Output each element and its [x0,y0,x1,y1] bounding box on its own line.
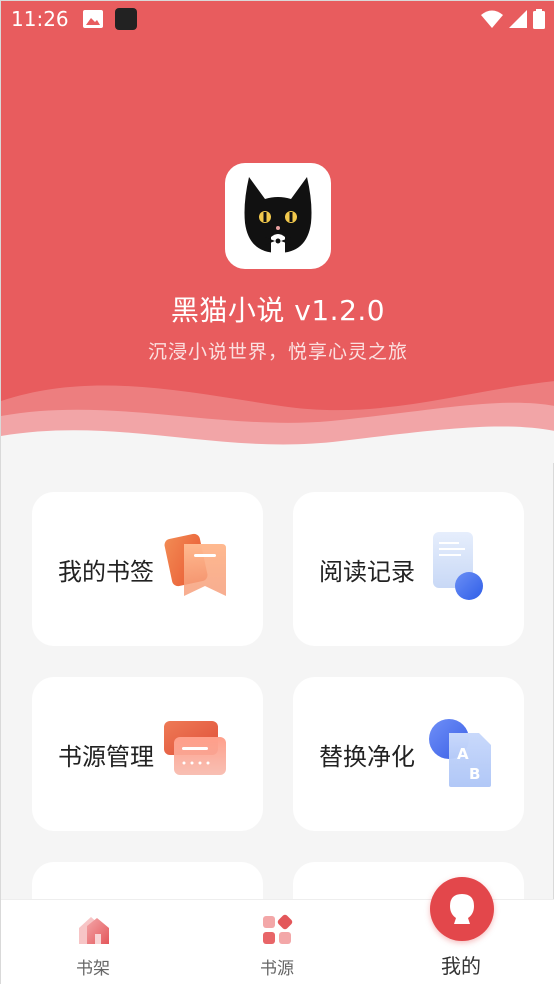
house-icon [79,917,109,944]
source-cards-icon [164,721,226,775]
status-bar: 11:26 [1,1,554,37]
image-notification-icon [83,10,103,28]
tab-mine-label: 我的 [441,954,481,978]
app-title: 黑猫小说 v1.2.0 [170,294,386,327]
grid-icon [263,914,293,944]
source-management-card[interactable]: 书源管理 [32,677,263,831]
app-notification-icon [115,8,137,30]
status-indicators [481,9,545,29]
app-slogan: 沉浸小说世界，悦享心灵之旅 [147,341,408,363]
bookmarks-card[interactable]: 我的书签 [32,492,263,646]
wave-decoration [1,381,554,463]
reading-history-card[interactable]: 阅读记录 [293,492,524,646]
svg-text:A: A [457,745,469,763]
bookmarks-label: 我的书签 [58,557,154,586]
svg-text:B: B [469,765,480,783]
profile-icon [450,894,474,924]
tab-sources[interactable]: 书源 [185,900,369,984]
status-time: 11:26 [11,7,69,31]
black-cat-icon [244,177,312,253]
document-history-icon [433,532,483,600]
app-logo [225,163,331,269]
translate-ab-icon: A B [429,719,491,787]
header-banner: 黑猫小说 v1.2.0 沉浸小说世界，悦享心灵之旅 [1,1,554,463]
replace-purify-card[interactable]: 替换净化 A B [293,677,524,831]
source-management-label: 书源管理 [58,742,154,771]
profile-tab-button[interactable] [430,877,494,941]
signal-icon [509,10,527,28]
reading-history-label: 阅读记录 [319,557,415,586]
tab-bookshelf-label: 书架 [76,959,110,979]
tab-bookshelf[interactable]: 书架 [1,900,185,984]
battery-icon [533,9,545,29]
tab-sources-label: 书源 [260,959,294,979]
wifi-icon [481,10,503,28]
bookmark-icon [164,533,226,596]
replace-purify-label: 替换净化 [319,742,415,771]
